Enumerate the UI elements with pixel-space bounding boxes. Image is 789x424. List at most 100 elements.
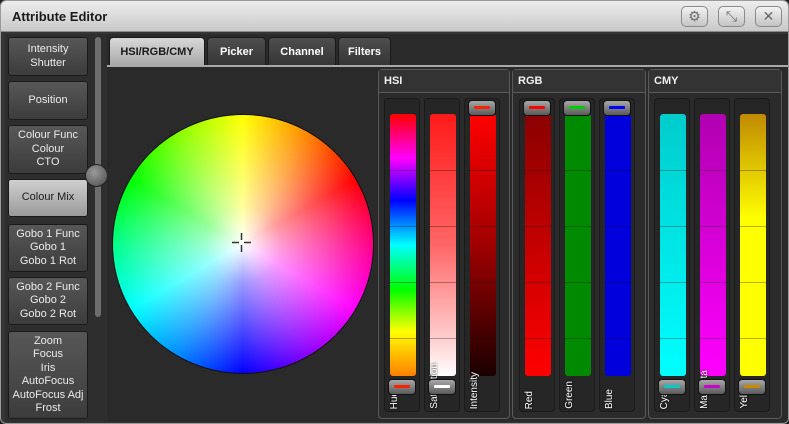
fader-green-label: Green [564,381,575,409]
fader-gridline [605,170,631,171]
fader-gridline [430,226,456,227]
fader-gridline [390,282,416,283]
fader-red[interactable]: Red [519,98,555,412]
fader-gridline [390,170,416,171]
fader-gridline [605,282,631,283]
fader-gridline [470,170,496,171]
fader-magenta-track[interactable] [700,114,726,376]
sidebar-item-gobo-2[interactable]: Gobo 2 Func Gobo 2 Gobo 2 Rot [8,277,88,325]
tab-underline [107,65,788,67]
crosshair-icon [232,233,251,252]
fader-gridline [470,226,496,227]
fader-red-handle[interactable] [523,100,551,116]
sidebar-scroll-thumb[interactable] [85,164,108,187]
fader-gridline [565,226,591,227]
fader-gridline [525,226,551,227]
fader-gridline [390,226,416,227]
fader-intensity-handle-color [474,106,490,109]
fader-gridline [565,170,591,171]
fader-yellow-handle[interactable] [738,379,766,395]
fader-gridline [430,338,456,339]
fader-gridline [660,226,686,227]
attribute-editor-window: Attribute Editor ⚙ ⤡ ✕ Intensity Shutter … [0,0,789,424]
settings-button[interactable]: ⚙ [681,6,708,27]
resize-button[interactable]: ⤡ [718,6,745,27]
close-icon: ✕ [762,8,775,24]
fader-gridline [390,338,416,339]
fader-green[interactable]: Green [559,98,595,412]
fader-cyan-handle-color [664,385,680,388]
fader-yellow-track[interactable] [740,114,766,376]
fader-gridline [700,170,726,171]
fader-yellow[interactable]: Yellow [734,98,770,412]
sidebar-item-colour-mix[interactable]: Colour Mix [8,179,88,217]
tab-hsi-rgb-cmy[interactable]: HSI/RGB/CMY [109,37,205,66]
fader-magenta-handle[interactable] [698,379,726,395]
fader-hue-handle[interactable] [388,379,416,395]
sidebar-item-colour-func[interactable]: Colour Func Colour CTO [8,125,88,174]
resize-icon: ⤡ [725,8,738,24]
fader-red-label: Red [524,390,535,409]
sidebar-item-zoom-focus[interactable]: Zoom Focus Iris AutoFocus AutoFocus Adj Frost [8,331,88,419]
fader-gridline [700,226,726,227]
fader-gridline [565,338,591,339]
fader-blue[interactable]: Blue [599,98,635,412]
fader-intensity-label: Intensity [469,371,480,409]
fader-magenta[interactable]: Magenta [694,98,730,412]
fader-gridline [740,170,766,171]
window-title: Attribute Editor [12,9,108,24]
fader-intensity-track[interactable] [470,114,496,376]
fader-saturation-handle[interactable] [428,379,456,395]
fader-cyan-track[interactable] [660,114,686,376]
fader-red-track[interactable] [525,114,551,376]
fader-gridline [605,226,631,227]
gear-icon: ⚙ [688,8,701,24]
fader-gridline [470,282,496,283]
sidebar-item-position[interactable]: Position [8,81,88,120]
fader-magenta-handle-color [704,385,720,388]
fader-green-track[interactable] [565,114,591,376]
fader-gridline [660,282,686,283]
fader-intensity-handle[interactable] [468,100,496,116]
fader-gridline [660,170,686,171]
fader-gridline [700,282,726,283]
fader-blue-track[interactable] [605,114,631,376]
tab-picker[interactable]: Picker [207,37,266,66]
fader-gridline [605,338,631,339]
fader-blue-handle-color [609,106,625,109]
fader-cyan-handle[interactable] [658,379,686,395]
fader-gridline [740,282,766,283]
fader-gridline [565,282,591,283]
fader-hue-track[interactable] [390,114,416,376]
fader-gridline [525,170,551,171]
fader-yellow-handle-color [744,385,760,388]
fader-saturation-handle-color [434,385,450,388]
fader-saturation[interactable]: Saturation [424,98,460,412]
fader-saturation-track[interactable] [430,114,456,376]
fader-blue-handle[interactable] [603,100,631,116]
sidebar-item-intensity-shutter[interactable]: Intensity Shutter [8,37,88,76]
fader-blue-label: Blue [604,388,615,409]
fader-green-handle-color [569,106,585,109]
tab-channel[interactable]: Channel [268,37,336,66]
fader-intensity[interactable]: Intensity [464,98,500,412]
group-title-cmy: CMY [654,75,679,87]
fader-gridline [740,226,766,227]
fader-gridline [740,338,766,339]
sidebar-item-gobo-1[interactable]: Gobo 1 Func Gobo 1 Gobo 1 Rot [8,224,88,272]
fader-gridline [430,170,456,171]
fader-red-handle-color [529,106,545,109]
close-button[interactable]: ✕ [755,6,782,27]
fader-hue[interactable]: Hue [384,98,420,412]
fader-green-handle[interactable] [563,100,591,116]
fader-gridline [660,338,686,339]
group-title-rgb: RGB [518,75,543,87]
attribute-sidebar: Intensity Shutter Position Colour Func Col… [5,34,108,422]
fader-gridline [430,282,456,283]
fader-hue-handle-color [394,385,410,388]
fader-gridline [470,338,496,339]
group-title-hsi: HSI [384,75,403,87]
tab-filters[interactable]: Filters [338,37,391,66]
fader-cyan[interactable]: Cyan [654,98,690,412]
title-bar[interactable]: Attribute Editor ⚙ ⤡ ✕ [1,1,788,32]
